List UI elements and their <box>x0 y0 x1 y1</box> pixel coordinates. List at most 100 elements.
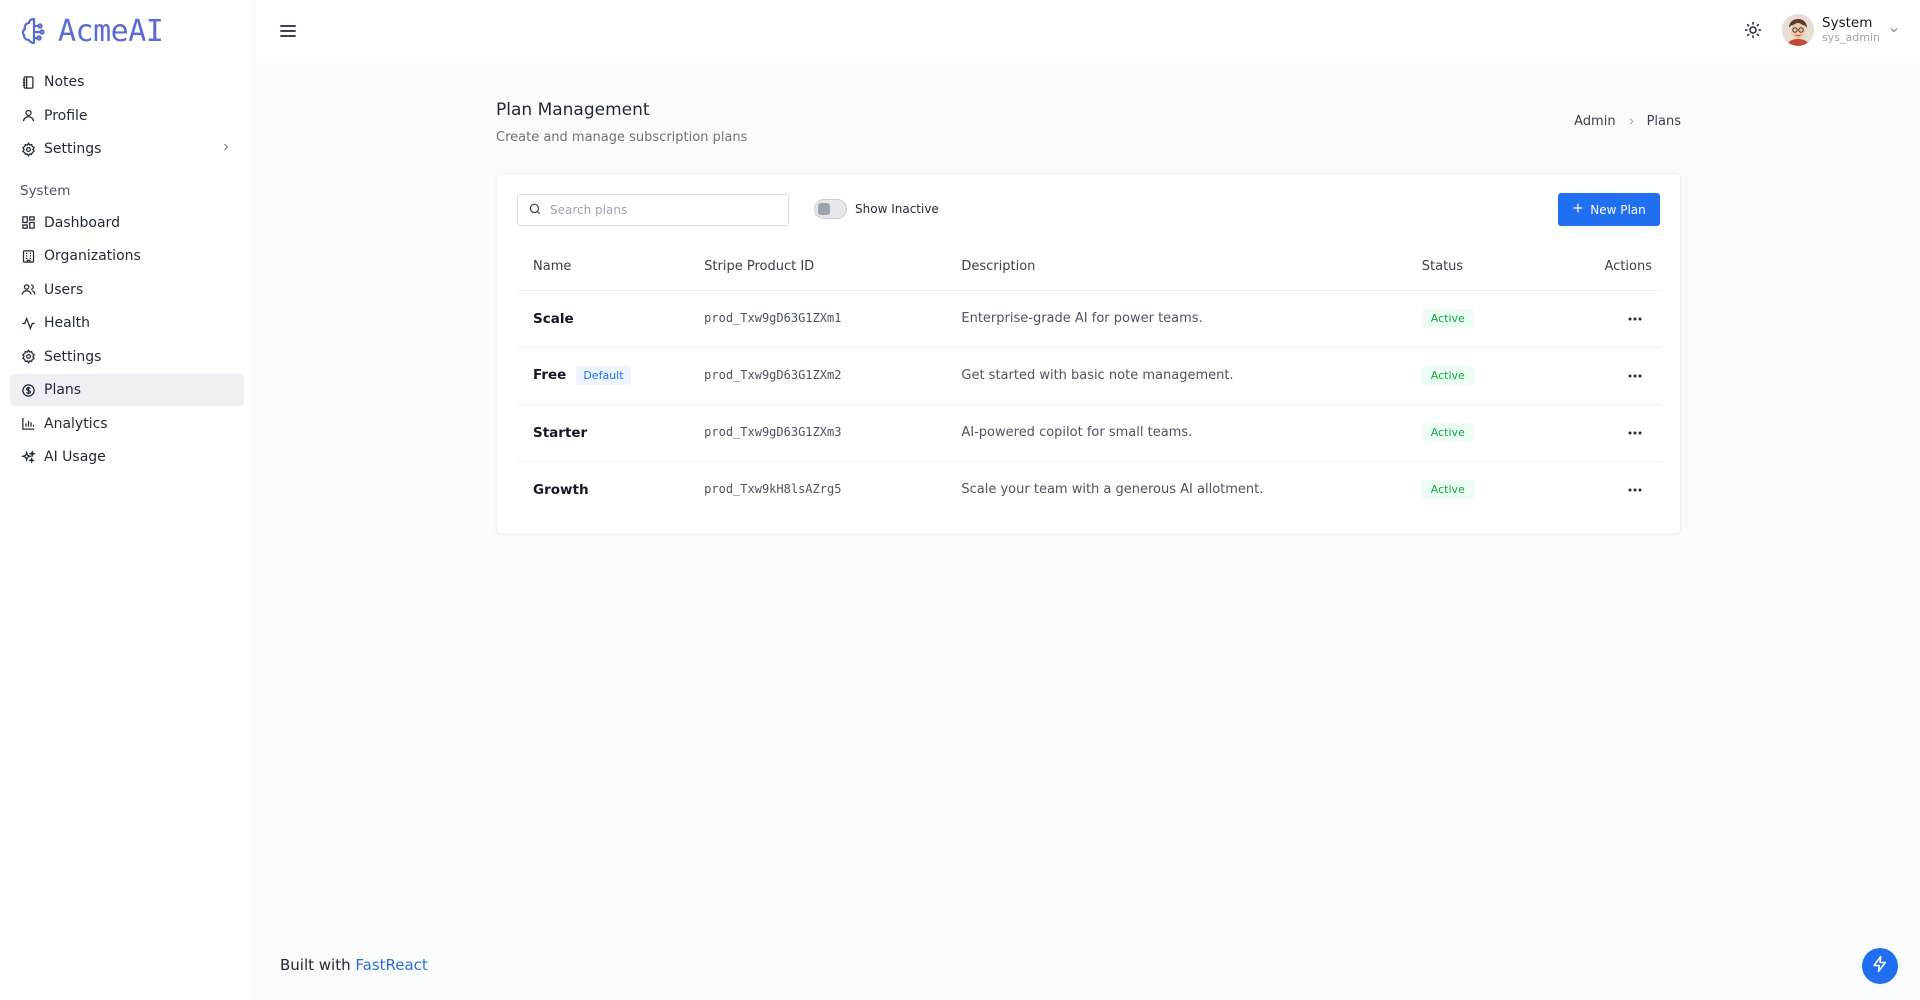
search-input[interactable] <box>550 203 780 217</box>
stripe-product-id: prod_Txw9gD63G1ZXm3 <box>704 425 842 439</box>
sidebar-item-settings[interactable]: Settings <box>10 133 244 165</box>
user-name: System <box>1822 14 1873 31</box>
default-badge: Default <box>576 366 631 385</box>
plan-name: Growth <box>533 481 589 498</box>
column-header-status[interactable]: Status <box>1421 244 1532 291</box>
sidebar-item-label: Users <box>44 281 84 298</box>
sidebar-item-label: Analytics <box>44 415 108 432</box>
avatar[interactable] <box>1782 14 1815 46</box>
user-icon <box>20 108 36 124</box>
more-actions-icon[interactable] <box>1624 482 1646 498</box>
sidebar-item-health[interactable]: Health <box>10 307 244 339</box>
sidebar-item-system-settings[interactable]: Settings <box>10 341 244 373</box>
chevron-right-icon <box>1626 116 1637 127</box>
users-icon <box>20 282 36 298</box>
sidebar-item-analytics[interactable]: Analytics <box>10 408 244 440</box>
dashboard-icon <box>20 215 36 231</box>
status-badge: Active <box>1421 423 1474 442</box>
footer: Built with FastReact <box>280 956 428 974</box>
page-header: Plan Management Create and manage subscr… <box>496 100 1681 145</box>
toggle-label: Show Inactive <box>855 202 939 216</box>
main-area: System sys_admin Plan Management Create … <box>255 0 1920 1000</box>
dollar-circle-icon <box>20 382 36 398</box>
new-plan-label: New Plan <box>1590 202 1646 217</box>
topbar-right: System sys_admin <box>1742 14 1902 46</box>
sidebar-item-label: Dashboard <box>44 214 120 231</box>
sidebar-item-label: Settings <box>44 141 102 157</box>
plan-name: Scale <box>533 310 574 327</box>
column-header-actions: Actions <box>1531 244 1662 291</box>
gear-icon <box>20 141 36 157</box>
plans-toolbar: Show Inactive New Plan <box>497 174 1680 244</box>
menu-icon[interactable] <box>279 21 299 41</box>
sidebar-item-label: Notes <box>44 74 85 90</box>
sidebar-item-plans[interactable]: Plans <box>10 374 244 406</box>
column-header-name[interactable]: Name <box>517 244 705 291</box>
new-plan-button[interactable]: New Plan <box>1558 193 1660 226</box>
table-row[interactable]: Starter prod_Txw9gD63G1ZXm3 AI-powered c… <box>517 404 1662 462</box>
sun-icon[interactable] <box>1742 19 1764 41</box>
table-header-row: Name Stripe Product ID Description Statu… <box>517 244 1662 291</box>
sidebar-item-users[interactable]: Users <box>10 274 244 306</box>
plan-description: AI-powered copilot for small teams. <box>961 425 1193 440</box>
footer-prefix: Built with <box>280 956 356 974</box>
gear-icon <box>20 349 36 365</box>
bar-chart-icon <box>20 416 36 432</box>
stripe-product-id: prod_Txw9kH8lsAZrg5 <box>704 482 842 497</box>
notebook-icon <box>20 74 36 90</box>
toggle-switch[interactable] <box>814 199 847 219</box>
show-inactive-toggle[interactable]: Show Inactive <box>814 199 939 219</box>
sidebar-item-ai-usage[interactable]: AI Usage <box>10 441 244 473</box>
stripe-product-id: prod_Txw9gD63G1ZXm1 <box>704 311 842 325</box>
breadcrumb-admin[interactable]: Admin <box>1574 114 1615 129</box>
column-header-stripe-id[interactable]: Stripe Product ID <box>704 244 962 291</box>
plus-icon <box>1572 202 1584 217</box>
sidebar-item-organizations[interactable]: Organizations <box>10 240 244 272</box>
table-row[interactable]: Free Default prod_Txw9gD63G1ZXm2 Get star… <box>517 347 1662 405</box>
footer-link[interactable]: FastReact <box>355 956 427 974</box>
more-actions-icon[interactable] <box>1624 311 1646 327</box>
lightning-button[interactable] <box>1862 948 1898 984</box>
logo[interactable]: AcmeAI <box>0 0 254 62</box>
sidebar-item-label: Health <box>44 315 90 331</box>
sidebar-item-notes[interactable]: Notes <box>10 66 244 98</box>
lightning-icon <box>1871 955 1889 977</box>
logo-text: AcmeAI <box>58 13 164 49</box>
page-subtitle: Create and manage subscription plans <box>496 130 748 145</box>
sidebar-item-label: Organizations <box>44 248 141 264</box>
sidebar-item-profile[interactable]: Profile <box>10 100 244 132</box>
topbar: System sys_admin <box>255 0 1920 62</box>
status-badge: Active <box>1421 309 1474 328</box>
table-row[interactable]: Scale prod_Txw9gD63G1ZXm1 Enterprise-gra… <box>517 290 1662 348</box>
sidebar: AcmeAI Notes Profile Settings System Das… <box>0 0 255 1000</box>
sidebar-item-label: Settings <box>44 348 102 365</box>
breadcrumb-plans: Plans <box>1646 114 1681 129</box>
search-box[interactable] <box>517 194 789 226</box>
chevron-down-icon[interactable] <box>1888 23 1902 37</box>
table-row[interactable]: Growth prod_Txw9kH8lsAZrg5 Scale your te… <box>517 461 1662 518</box>
breadcrumb: Admin Plans <box>1574 114 1681 129</box>
status-badge: Active <box>1421 480 1474 500</box>
plan-name: Starter <box>533 424 588 441</box>
column-header-description[interactable]: Description <box>961 244 1422 291</box>
user-info[interactable]: System sys_admin <box>1822 14 1880 45</box>
plan-description: Scale your team with a generous AI allot… <box>961 482 1264 498</box>
chevron-right-icon <box>220 141 232 157</box>
search-icon <box>528 201 542 220</box>
building-icon <box>20 248 36 264</box>
sidebar-item-label: Profile <box>44 107 88 124</box>
plans-card: Show Inactive New Plan Name Stripe Produ… <box>496 173 1681 534</box>
plan-description: Get started with basic note management. <box>961 368 1234 383</box>
stripe-product-id: prod_Txw9gD63G1ZXm2 <box>704 368 842 382</box>
sidebar-nav: Notes Profile Settings System Dashboard … <box>0 62 254 473</box>
sidebar-item-dashboard[interactable]: Dashboard <box>10 207 244 239</box>
sidebar-item-label: Plans <box>44 382 82 398</box>
sidebar-item-label: AI Usage <box>44 449 106 465</box>
more-actions-icon[interactable] <box>1624 368 1646 384</box>
sidebar-section-label: System <box>20 182 71 199</box>
sparkles-icon <box>20 449 36 465</box>
page-title: Plan Management <box>496 100 650 120</box>
more-actions-icon[interactable] <box>1624 425 1646 441</box>
activity-icon <box>20 315 36 331</box>
user-handle: sys_admin <box>1822 31 1880 45</box>
